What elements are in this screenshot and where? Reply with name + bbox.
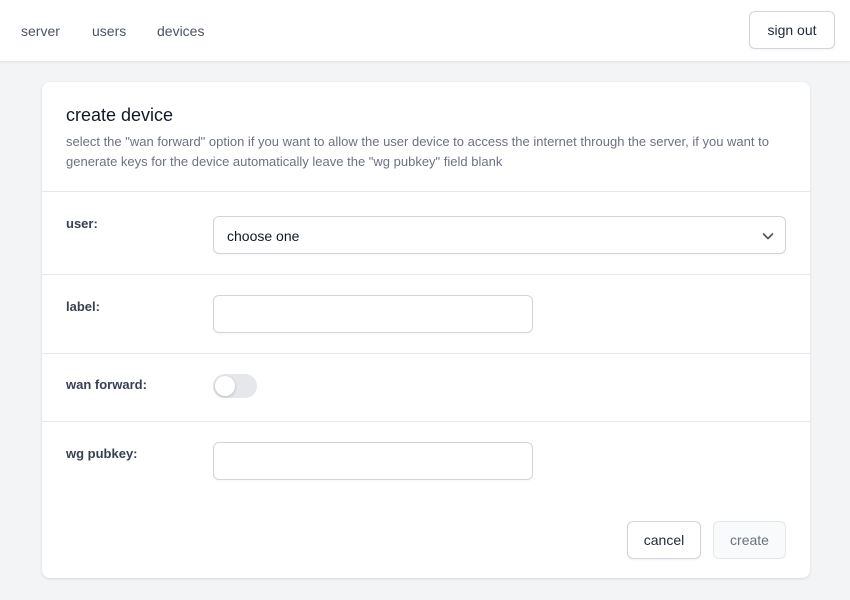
chevron-down-icon	[762, 233, 774, 240]
create-button[interactable]: create	[713, 521, 786, 559]
wan-forward-toggle[interactable]	[213, 374, 257, 398]
wan-forward-row: wan forward:	[42, 354, 810, 422]
sign-out-button[interactable]: sign out	[749, 11, 835, 49]
wg-pubkey-label: wg pubkey:	[66, 446, 138, 461]
user-label: user:	[66, 216, 98, 231]
user-row: user: choose one	[42, 192, 810, 275]
nav-link-server[interactable]: server	[21, 23, 60, 39]
toggle-knob	[215, 376, 235, 396]
cancel-button[interactable]: cancel	[627, 521, 701, 559]
top-navbar: server users devices sign out	[0, 0, 850, 62]
page-title: create device	[66, 105, 174, 125]
label-input[interactable]	[213, 295, 533, 333]
nav-link-devices[interactable]: devices	[157, 23, 204, 39]
create-device-card: create device select the "wan forward" o…	[42, 82, 810, 578]
wg-pubkey-input[interactable]	[213, 442, 533, 480]
card-header: create device select the "wan forward" o…	[42, 82, 810, 192]
label-row: label:	[42, 275, 810, 354]
user-select[interactable]: choose one	[213, 216, 786, 254]
wan-forward-label: wan forward:	[66, 377, 147, 392]
nav-link-users[interactable]: users	[92, 23, 126, 39]
form-description: select the "wan forward" option if you w…	[66, 134, 769, 169]
label-label: label:	[66, 299, 100, 314]
wg-pubkey-row: wg pubkey:	[42, 422, 810, 502]
user-select-value: choose one	[227, 228, 300, 244]
